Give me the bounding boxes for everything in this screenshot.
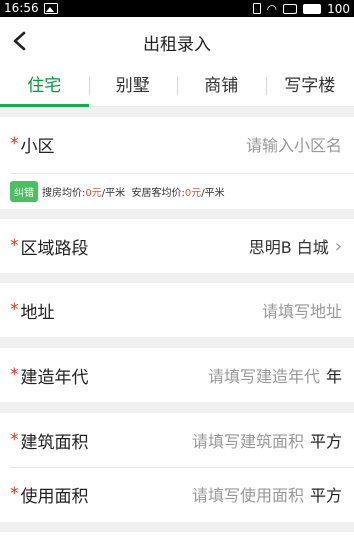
build-area-input[interactable]: 请填写建筑面积 平方 <box>192 428 342 452</box>
required-star: * <box>10 365 19 385</box>
status-icons: ◠ 100 <box>252 1 350 16</box>
tab-office[interactable]: 写字楼 <box>265 65 354 106</box>
build-area-field[interactable]: * 建筑面积 请填写建筑面积 平方 <box>0 413 354 467</box>
build-year-field[interactable]: * 建造年代 请填写建造年代年 <box>0 348 354 402</box>
build-area-label: 建筑面积 <box>20 432 89 453</box>
community-section: * 小区 请输入小区名 纠错 搜房均价:0元/平米 安居客均价:0元/平米 <box>0 117 354 209</box>
correct-button[interactable]: 纠错 <box>10 180 38 202</box>
tab-residential[interactable]: 住宅 <box>0 65 89 107</box>
usable-area-unit: 平方 <box>309 486 342 505</box>
usable-area-input[interactable]: 请填写使用面积 平方 <box>192 482 342 506</box>
tab-shop[interactable]: 商铺 <box>177 65 266 106</box>
tab-villa[interactable]: 别墅 <box>88 65 178 106</box>
next-field-partial <box>0 532 354 549</box>
wifi-icon: ◠ <box>266 1 278 16</box>
community-input[interactable]: 请输入小区名 <box>246 132 342 156</box>
district-field[interactable]: * 区域路段 思明B 白城 › <box>0 219 354 273</box>
status-bar: 16:56 ◠ 100 <box>0 0 354 17</box>
address-label: 地址 <box>20 302 55 323</box>
district-label: 区域路段 <box>20 238 89 259</box>
community-label: 小区 <box>20 136 55 157</box>
required-star: * <box>10 430 19 450</box>
screen-icon <box>283 3 298 14</box>
required-star: * <box>10 236 19 256</box>
price-hint-text: 搜房均价:0元/平米 安居客均价:0元/平米 <box>42 187 225 199</box>
status-time: 16:56 <box>4 1 39 15</box>
page-title: 出租录入 <box>143 35 211 55</box>
property-type-tabs: 住宅 别墅 商铺 写字楼 <box>0 65 354 107</box>
community-field[interactable]: * 小区 请输入小区名 <box>0 117 354 171</box>
usable-area-label: 使用面积 <box>20 486 89 507</box>
build-year-section: * 建造年代 请填写建造年代年 <box>0 348 354 402</box>
address-input[interactable]: 请填写地址 <box>262 298 342 322</box>
battery-level: 100 <box>327 1 350 16</box>
build-area-unit: 平方 <box>309 432 342 451</box>
build-year-unit: 年 <box>325 367 342 386</box>
address-field[interactable]: * 地址 请填写地址 <box>0 283 354 337</box>
build-year-input[interactable]: 请填写建造年代年 <box>208 363 342 387</box>
nav-bar: 出租录入 <box>0 17 354 65</box>
address-section: * 地址 请填写地址 <box>0 283 354 337</box>
battery-icon <box>303 3 322 14</box>
vibrate-icon <box>252 3 261 14</box>
divider <box>10 467 354 468</box>
district-section: * 区域路段 思明B 白城 › <box>0 219 354 273</box>
required-star: * <box>10 484 19 504</box>
required-star: * <box>10 300 19 320</box>
required-star: * <box>10 134 19 154</box>
image-notification-icon <box>44 3 58 14</box>
area-section: * 建筑面积 请填写建筑面积 平方 * 使用面积 请填写使用面积 平方 <box>0 413 354 522</box>
usable-area-field[interactable]: * 使用面积 请填写使用面积 平方 <box>0 467 354 521</box>
price-hint-row: 纠错 搜房均价:0元/平米 安居客均价:0元/平米 <box>0 174 354 208</box>
chevron-right-icon: › <box>334 235 342 257</box>
district-value[interactable]: 思明B 白城 › <box>249 234 342 258</box>
build-year-label: 建造年代 <box>20 367 89 388</box>
